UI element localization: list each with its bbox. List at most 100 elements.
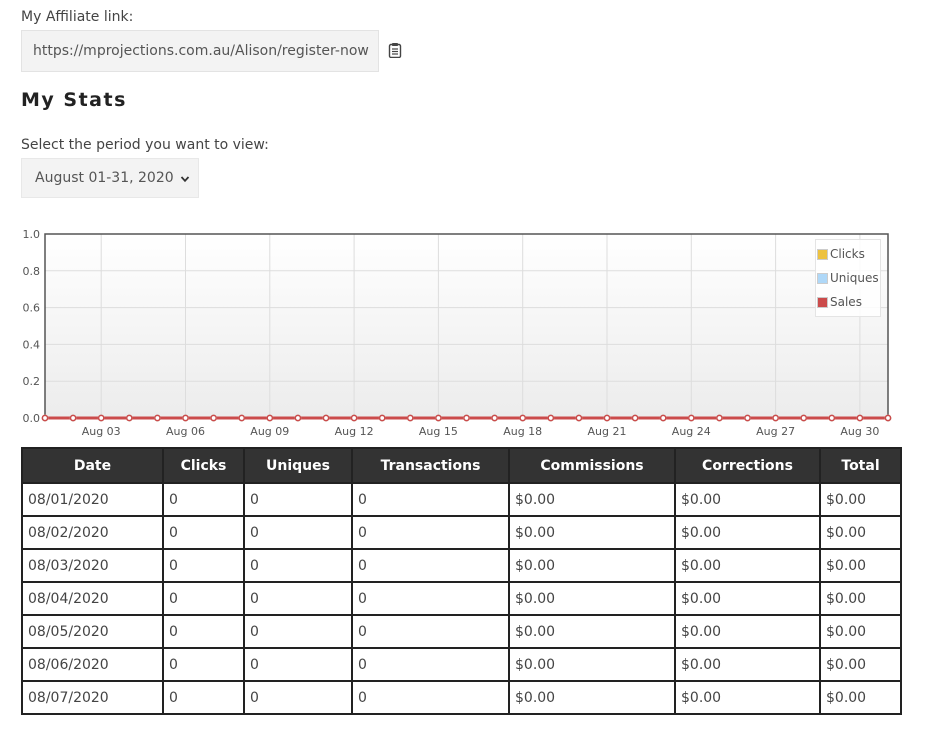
cell-uniques: 0	[243, 548, 353, 583]
data-point-sales	[659, 414, 667, 422]
data-point-sales	[547, 414, 555, 422]
cell-total: $0.00	[819, 482, 902, 517]
cell-uniques: 0	[243, 680, 353, 715]
cell-uniques: 0	[243, 482, 353, 517]
cell-clicks: 0	[162, 581, 245, 616]
cell-corrections: $0.00	[674, 614, 821, 649]
cell-clicks: 0	[162, 614, 245, 649]
cell-date: 08/05/2020	[21, 614, 164, 649]
cell-commissions: $0.00	[508, 581, 676, 616]
col-header-total: Total	[819, 447, 902, 484]
legend-label-sales: Sales	[830, 295, 862, 309]
cell-clicks: 0	[162, 482, 245, 517]
legend-swatch-sales	[817, 296, 828, 308]
cell-date: 08/02/2020	[21, 515, 164, 550]
period-select-value: August 01-31, 2020	[35, 170, 174, 186]
data-point-sales	[800, 414, 808, 422]
table-row: 08/06/2020 0 0 0 $0.00 $0.00 $0.00	[21, 647, 902, 682]
data-point-sales	[828, 414, 836, 422]
stats-table: Date Clicks Uniques Transactions Commiss…	[21, 447, 902, 715]
data-point-sales	[744, 414, 751, 422]
cell-date: 08/03/2020	[21, 548, 164, 583]
cell-total: $0.00	[819, 680, 902, 715]
data-point-sales	[154, 414, 161, 422]
cell-commissions: $0.00	[508, 515, 676, 550]
plot-background	[45, 234, 888, 418]
table-row: 08/02/2020 0 0 0 $0.00 $0.00 $0.00	[21, 515, 902, 550]
data-point-sales	[519, 414, 527, 422]
cell-total: $0.00	[819, 647, 902, 682]
col-header-date: Date	[21, 447, 164, 484]
cell-clicks: 0	[162, 680, 245, 715]
col-header-uniques: Uniques	[243, 447, 353, 484]
x-tick-label: Aug 06	[166, 425, 205, 438]
cell-commissions: $0.00	[508, 482, 676, 517]
x-tick-label: Aug 18	[503, 425, 542, 438]
data-point-sales	[631, 414, 639, 422]
period-select[interactable]: August 01-31, 2020	[21, 158, 199, 198]
data-point-sales	[210, 414, 217, 422]
data-point-sales	[266, 414, 274, 422]
legend-swatch-clicks	[817, 248, 828, 260]
cell-transactions: 0	[351, 680, 510, 715]
y-tick-label: 0.0	[23, 412, 41, 425]
cell-commissions: $0.00	[508, 614, 676, 649]
x-tick-label: Aug 03	[82, 425, 121, 438]
cell-uniques: 0	[243, 515, 353, 550]
chart-legend: Clicks Uniques Sales	[815, 239, 881, 317]
data-point-sales	[491, 414, 498, 422]
x-tick-label: Aug 21	[588, 425, 627, 438]
col-header-clicks: Clicks	[162, 447, 245, 484]
y-tick-label: 0.6	[23, 302, 41, 315]
cell-date: 08/04/2020	[21, 581, 164, 616]
cell-transactions: 0	[351, 548, 510, 583]
y-tick-label: 0.2	[23, 375, 41, 388]
cell-transactions: 0	[351, 482, 510, 517]
legend-swatch-uniques	[817, 272, 828, 284]
data-point-sales	[716, 414, 723, 422]
x-tick-label: Aug 30	[840, 425, 879, 438]
data-point-sales	[378, 414, 386, 422]
data-point-sales	[575, 414, 583, 422]
affiliate-link-label: My Affiliate link:	[21, 9, 134, 25]
table-row: 08/05/2020 0 0 0 $0.00 $0.00 $0.00	[21, 614, 902, 649]
legend-label-clicks: Clicks	[830, 247, 865, 261]
cell-total: $0.00	[819, 614, 902, 649]
cell-commissions: $0.00	[508, 647, 676, 682]
data-point-sales	[350, 414, 358, 422]
legend-item-sales: Sales	[817, 290, 880, 314]
cell-date: 08/07/2020	[21, 680, 164, 715]
cell-commissions: $0.00	[508, 680, 676, 715]
cell-total: $0.00	[819, 581, 902, 616]
cell-clicks: 0	[162, 515, 245, 550]
legend-label-uniques: Uniques	[830, 271, 879, 285]
stats-chart-svg: 0.0 0.2 0.4 0.6 0.8 1.0 Aug 03 Aug 06 Aug 09 Aug …	[23, 228, 892, 438]
data-point-sales	[603, 414, 611, 422]
data-point-sales	[772, 414, 779, 422]
data-point-sales	[687, 414, 695, 422]
cell-total: $0.00	[819, 515, 902, 550]
y-tick-label: 1.0	[23, 228, 41, 241]
x-tick-label: Aug 15	[419, 425, 458, 438]
cell-uniques: 0	[243, 614, 353, 649]
cell-corrections: $0.00	[674, 482, 821, 517]
cell-date: 08/01/2020	[21, 482, 164, 517]
table-header-row: Date Clicks Uniques Transactions Commiss…	[21, 447, 902, 484]
legend-item-uniques: Uniques	[817, 266, 880, 290]
cell-clicks: 0	[162, 548, 245, 583]
clipboard-icon[interactable]	[388, 42, 402, 59]
cell-uniques: 0	[243, 647, 353, 682]
data-point-sales	[182, 414, 189, 422]
x-tick-label: Aug 09	[250, 425, 289, 438]
cell-transactions: 0	[351, 515, 510, 550]
cell-transactions: 0	[351, 614, 510, 649]
data-point-sales	[884, 414, 892, 422]
section-title: My Stats	[21, 89, 127, 111]
cell-uniques: 0	[243, 581, 353, 616]
cell-date: 08/06/2020	[21, 647, 164, 682]
cell-clicks: 0	[162, 647, 245, 682]
table-row: 08/04/2020 0 0 0 $0.00 $0.00 $0.00	[21, 581, 902, 616]
affiliate-link-field[interactable]: https://mprojections.com.au/Alison/regis…	[21, 30, 379, 72]
chevron-down-icon	[180, 172, 190, 183]
cell-total: $0.00	[819, 548, 902, 583]
